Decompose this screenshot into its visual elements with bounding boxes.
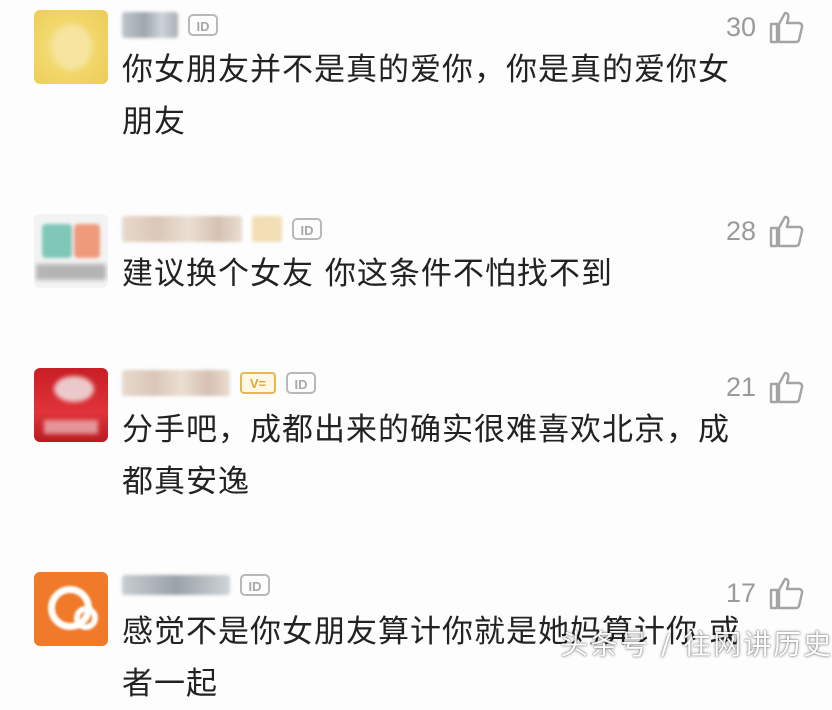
like-count: 30 (725, 11, 756, 42)
username-blurred[interactable] (122, 216, 242, 242)
avatar[interactable] (34, 368, 108, 442)
comment-line: 分手吧，成都出来的确实很难喜欢北京，成 (122, 412, 730, 448)
comment-line: 你女朋友并不是真的爱你，你是真的爱你女 (122, 52, 730, 88)
comment-line: 朋友 (122, 104, 186, 140)
thumbs-up-icon (768, 370, 804, 404)
like-count: 21 (725, 371, 756, 402)
comment-text: 建议换个女友 你这条件不怕找不到 (122, 248, 742, 300)
comment-text: 分手吧，成都出来的确实很难喜欢北京，成 都真安逸 (122, 404, 742, 508)
comment-meta: V= ID (122, 370, 316, 396)
id-badge-icon: ID (240, 574, 270, 596)
watermark-text: 头条号 / 往网讲历史 (560, 628, 832, 661)
username-blurred[interactable] (122, 370, 230, 396)
comment-meta: ID (122, 12, 218, 38)
comment-meta: ID (122, 574, 270, 596)
thumbs-up-icon (768, 214, 804, 248)
verified-badge-icon: V= (240, 372, 276, 394)
like-count: 28 (725, 215, 756, 246)
avatar[interactable] (34, 214, 108, 288)
comment-line: 都真安逸 (122, 464, 250, 500)
like-button[interactable]: 30 (726, 10, 804, 44)
like-button[interactable]: 28 (726, 214, 804, 248)
id-badge-icon: ID (292, 218, 322, 240)
avatar[interactable] (34, 572, 108, 646)
like-button[interactable]: 17 (726, 576, 804, 610)
comment-text: 你女朋友并不是真的爱你，你是真的爱你女 朋友 (122, 44, 742, 148)
username-blurred[interactable] (122, 12, 178, 38)
comment-meta: ID (122, 216, 322, 242)
username-blurred[interactable] (122, 575, 230, 595)
id-badge-icon: ID (188, 14, 218, 36)
like-button[interactable]: 21 (726, 370, 804, 404)
id-badge-icon: ID (286, 372, 316, 394)
thumbs-up-icon (768, 10, 804, 44)
thumbs-up-icon (768, 576, 804, 610)
comment-line: 建议换个女友 你这条件不怕找不到 (122, 256, 613, 292)
avatar[interactable] (34, 10, 108, 84)
level-badge-blurred (252, 216, 282, 242)
like-count: 17 (725, 577, 756, 608)
